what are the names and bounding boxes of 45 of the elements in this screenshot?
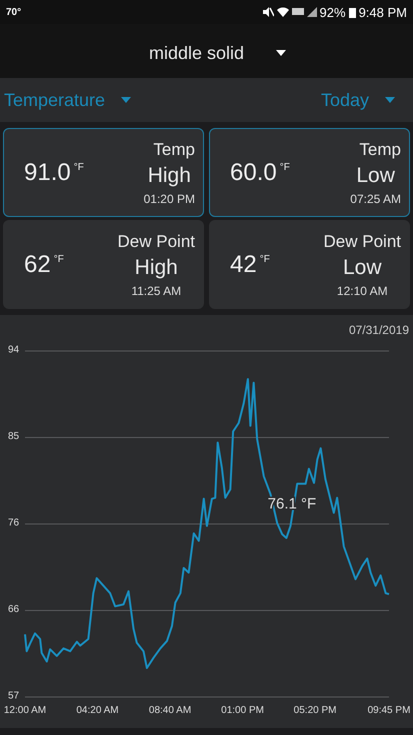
stat-value: 42$^{°F}$	[230, 250, 270, 278]
caret-icon	[385, 97, 395, 103]
stat-value: 91.0$^{°F}$	[24, 158, 84, 186]
x-axis-label: 05:20 PM	[294, 705, 336, 716]
status-temperature: 70°	[6, 6, 22, 18]
battery-icon	[348, 6, 356, 18]
status-time: 9:48 PM	[358, 4, 407, 20]
stat-label: Dew Point	[118, 232, 195, 252]
stat-card[interactable]: 91.0$^{°F}$ Temp High 01:20 PM	[3, 128, 204, 217]
stat-label: Dew Point	[324, 232, 401, 252]
stat-extreme: High	[148, 164, 191, 188]
stat-extreme: Low	[356, 164, 395, 188]
y-axis-label: 57	[8, 690, 20, 702]
stat-extreme: Low	[342, 256, 382, 280]
battery-percent: 92%	[320, 4, 346, 20]
x-axis-label: 12:00 AM	[4, 705, 46, 716]
stat-card[interactable]: 62$^{°F}$ Dew Point High 11:25 AM	[3, 220, 204, 309]
stat-label: Temp	[153, 140, 195, 160]
y-axis-label: 76	[8, 518, 20, 529]
filter-dropdown[interactable]: Temperature	[0, 90, 152, 110]
y-axis-label: 66	[8, 604, 20, 616]
y-axis-label: 94	[8, 344, 20, 356]
caret-icon	[121, 97, 132, 103]
x-axis-label: 01:00 PM	[221, 705, 264, 716]
filter-dropdown[interactable]: Today	[316, 90, 413, 110]
stat-value: 60.0$^{°F}$	[230, 158, 290, 186]
y-axis-label: 85	[8, 431, 20, 442]
station-dropdown[interactable]: middle solid	[126, 38, 286, 64]
stat-card[interactable]: 60.0$^{°F}$ Temp Low 07:25 AM	[209, 128, 410, 217]
stat-time: 12:10 AM	[336, 284, 388, 298]
x-axis-label: 04:20 AM	[76, 705, 119, 716]
wifi-icon	[276, 6, 289, 18]
mute-icon	[262, 6, 274, 18]
stat-time: 01:20 PM	[144, 192, 195, 206]
stat-card[interactable]: 42$^{°F}$ Dew Point Low 12:10 AM	[209, 220, 410, 309]
stat-time: 07:25 AM	[350, 192, 401, 206]
signal-icon	[306, 7, 317, 17]
x-axis-label: 08:40 AM	[148, 705, 192, 716]
caret-icon	[276, 50, 286, 56]
stat-extreme: High	[134, 256, 178, 280]
chart-date: 07/31/2019	[348, 322, 410, 339]
stat-label: Temp	[359, 140, 401, 160]
stat-time: 11:25 AM	[131, 284, 182, 298]
x-axis-label: 09:45 PM	[368, 705, 410, 716]
stat-value: 62$^{°F}$	[24, 250, 64, 278]
